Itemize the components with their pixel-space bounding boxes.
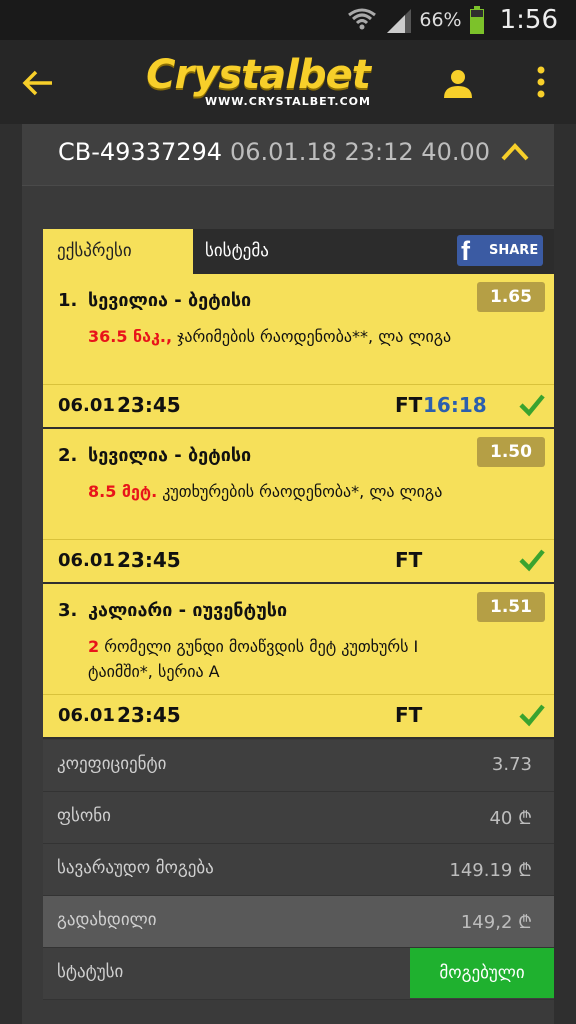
bet-description: 2 რომელი გუნდი მოაწვდის მეტ კუთხურს I ტა… (88, 637, 419, 681)
odds-badge: 1.51 (477, 592, 545, 622)
tab-express[interactable]: ექსპრესი (43, 229, 193, 274)
crystalbet-logo: Crystalbet WWW.CRYSTALBET.COM (146, 52, 371, 108)
ticket-id: CB-49337294 (58, 138, 223, 166)
bet-title: კალიარი - იუვენტუსი (88, 600, 288, 621)
bet-time: 23:45 (117, 703, 181, 727)
ticket-meta: 06.01.18 23:12 40.00 (230, 138, 491, 166)
clock: 1:56 (499, 5, 558, 35)
ft-score-time: 16:18 (423, 393, 487, 417)
ticket-header[interactable]: CB-49337294 06.01.18 23:12 40.00 (22, 124, 554, 186)
bet-item: 1. სევილია - ბეტისი 36.5 ნაკ., ჯარიმების… (43, 274, 554, 429)
bet-date: 06.01 (58, 550, 115, 571)
bet-title: სევილია - ბეტისი (88, 290, 252, 311)
check-icon (519, 549, 545, 572)
app-bar: Crystalbet WWW.CRYSTALBET.COM (0, 40, 576, 124)
ticket-summary: კოეფიციენტი 3.73 ფსონი 40 ₾ სავარაუდო მო… (43, 740, 554, 1000)
signal-icon (387, 9, 412, 33)
bet-type-tabs: ექსპრესი სისტემა f SHARE (43, 229, 554, 274)
facebook-icon: f (461, 236, 470, 266)
bet-number: 1. (58, 290, 78, 311)
bet-description: 36.5 ნაკ., ჯარიმების რაოდენობა**, ლა ლიგ… (88, 327, 452, 346)
battery-icon (469, 6, 484, 34)
battery-percent: 66% (419, 9, 462, 31)
check-icon (519, 394, 545, 417)
status-badge: მოგებული (410, 948, 554, 998)
summary-row-paid: გადახდილი 149,2 ₾ (43, 896, 554, 948)
bet-date: 06.01 (58, 705, 115, 726)
summary-row-stake: ფსონი 40 ₾ (43, 792, 554, 844)
ft-label: FT (395, 393, 423, 417)
wifi-icon (348, 8, 377, 30)
more-vert-icon[interactable] (536, 66, 546, 98)
bet-number: 2. (58, 445, 78, 466)
ft-label: FT (395, 703, 423, 727)
summary-row-potential-win: სავარაუდო მოგება 149.19 ₾ (43, 844, 554, 896)
odds-badge: 1.50 (477, 437, 545, 467)
bet-item: 3. კალიარი - იუვენტუსი 2 რომელი გუნდი მო… (43, 584, 554, 739)
paid-value: 149,2 ₾ (460, 912, 532, 933)
ft-label: FT (395, 548, 423, 572)
tab-system[interactable]: სისტემა (205, 229, 269, 274)
summary-row-coefficient: კოეფიციენტი 3.73 (43, 740, 554, 792)
potential-win-value: 149.19 ₾ (449, 860, 532, 881)
status-bar: 66% 1:56 (0, 0, 576, 40)
chevron-up-icon[interactable] (500, 140, 530, 162)
coefficient-value: 3.73 (491, 754, 532, 775)
summary-row-status: სტატუსი მოგებული (43, 948, 554, 1000)
bet-list: 1. სევილია - ბეტისი 36.5 ნაკ., ჯარიმების… (43, 274, 554, 739)
bet-description: 8.5 მეტ. კუთხურების რაოდენობა*, ლა ლიგა (88, 482, 443, 501)
bet-time: 23:45 (117, 548, 181, 572)
user-icon[interactable] (442, 68, 474, 98)
check-icon (519, 704, 545, 727)
bet-item: 2. სევილია - ბეტისი 8.5 მეტ. კუთხურების … (43, 429, 554, 584)
stake-value: 40 ₾ (489, 808, 532, 829)
bet-title: სევილია - ბეტისი (88, 445, 252, 466)
bet-date: 06.01 (58, 395, 115, 416)
bet-time: 23:45 (117, 393, 181, 417)
facebook-share-button[interactable]: f SHARE (457, 235, 543, 266)
back-arrow-icon[interactable] (20, 68, 56, 98)
odds-badge: 1.65 (477, 282, 545, 312)
bet-number: 3. (58, 600, 78, 621)
